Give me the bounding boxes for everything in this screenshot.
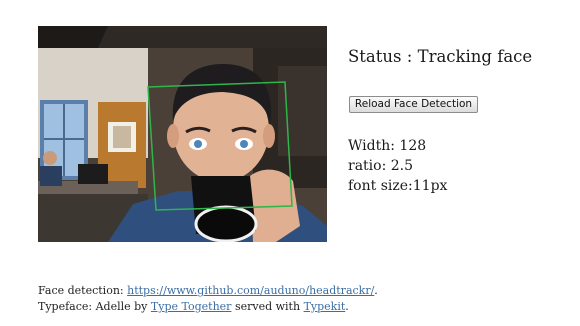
face-detection-credit: Face detection: https://www.github.com/a…	[38, 283, 378, 299]
width-metric: Width: 128	[348, 136, 447, 156]
width-label: Width:	[348, 138, 395, 154]
webcam-frame	[38, 26, 327, 242]
face-credit-period: .	[374, 284, 378, 297]
webcam-video	[38, 26, 327, 242]
credits: Face detection: https://www.github.com/a…	[38, 283, 378, 315]
status-value: Tracking face	[417, 47, 533, 66]
font-size-metric: font size:11px	[348, 176, 447, 196]
width-value: 128	[399, 138, 427, 154]
face-detection-label: Face detection:	[38, 284, 124, 297]
typeface-label: Typeface: Adelle by	[38, 300, 148, 313]
type-together-link[interactable]: Type Together	[151, 300, 232, 313]
font-size-value: 11px	[412, 178, 448, 194]
headtrackr-link[interactable]: https://www.github.com/auduno/headtrackr…	[127, 284, 374, 297]
typekit-link[interactable]: Typekit	[304, 300, 346, 313]
ratio-label: ratio:	[348, 158, 387, 174]
status-line: Status : Tracking face	[348, 47, 532, 66]
served-with-text: served with	[234, 300, 301, 313]
reload-face-detection-button[interactable]: Reload Face Detection	[349, 96, 478, 113]
font-size-label: font size:	[348, 178, 413, 194]
ratio-value: 2.5	[390, 158, 414, 174]
typeface-credit-period: .	[345, 300, 349, 313]
typeface-credit: Typeface: Adelle by Type Together served…	[38, 299, 378, 315]
metrics: Width: 128 ratio: 2.5 font size:11px	[348, 136, 447, 196]
ratio-metric: ratio: 2.5	[348, 156, 447, 176]
status-label: Status	[348, 47, 402, 66]
status-separator: :	[401, 47, 418, 66]
